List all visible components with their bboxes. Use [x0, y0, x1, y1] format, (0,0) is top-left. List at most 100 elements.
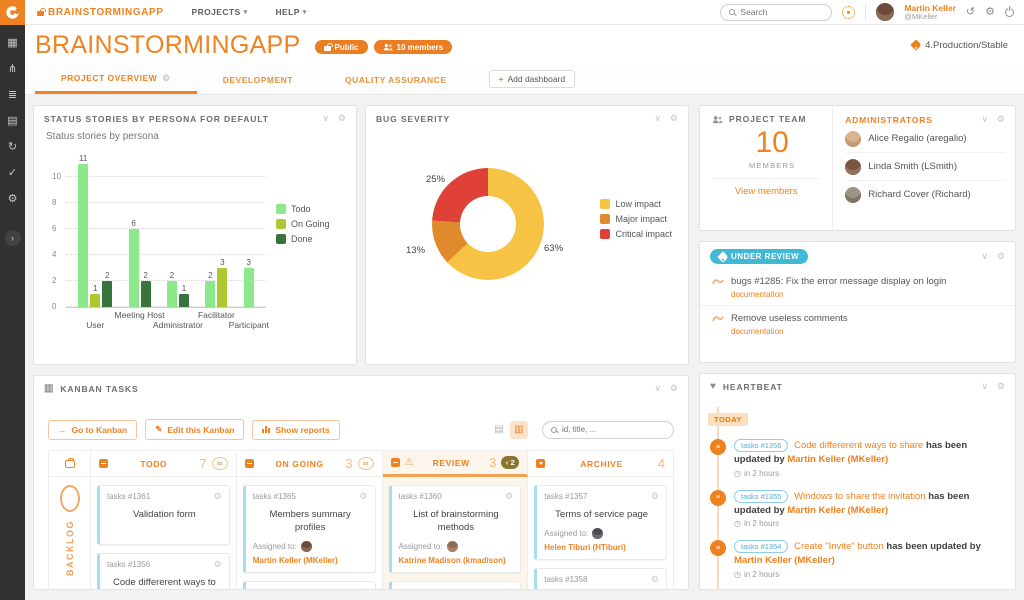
- page-title: BRAINSTORMINGAPP: [35, 31, 301, 60]
- tab-quality-assurance[interactable]: QUALITY ASSURANCE: [319, 65, 473, 94]
- card-gear-icon[interactable]: ⚙: [338, 113, 346, 124]
- compact-view-toggle[interactable]: ▤: [490, 421, 508, 439]
- kanban-task-card[interactable]: tasks #1366 ⚙ Discussions Options: [243, 581, 376, 589]
- user-avatar[interactable]: [876, 3, 894, 21]
- assignee-name[interactable]: Martin Keller (MKeller): [253, 556, 338, 565]
- card-gear-icon[interactable]: ⚙: [670, 383, 678, 394]
- release-tag[interactable]: 4.Production/Stable: [912, 40, 1008, 51]
- tracker-fork-icon[interactable]: ⋔: [8, 64, 17, 75]
- logout-power-icon[interactable]: [1005, 8, 1014, 17]
- collapse-column-icon[interactable]: [391, 458, 400, 467]
- public-badge[interactable]: Public: [315, 40, 368, 54]
- projects-menu[interactable]: PROJECTS ▾: [192, 7, 248, 17]
- collapse-column-icon[interactable]: [245, 459, 254, 468]
- members-badge[interactable]: 10 members: [374, 40, 453, 54]
- sync-refresh-icon[interactable]: ↻: [8, 142, 17, 153]
- column-name: ON GOING: [259, 459, 341, 469]
- kanban-task-card[interactable]: tasks #1360 ⚙ List of brainstorming meth…: [389, 485, 522, 573]
- widgets-icon[interactable]: [842, 6, 855, 19]
- wip-limit-badge[interactable]: ∞: [358, 457, 374, 470]
- task-ref-badge[interactable]: tasks #1354: [734, 540, 788, 553]
- documents-folder-icon[interactable]: ▤: [7, 116, 17, 127]
- user-menu[interactable]: Martin Keller @MKeller: [904, 4, 956, 21]
- search-input[interactable]: [740, 7, 820, 17]
- card-gear-icon[interactable]: ⚙: [214, 491, 222, 502]
- kanban-task-card[interactable]: tasks #1362 ⚙: [389, 581, 522, 589]
- kanban-filter-input[interactable]: [562, 425, 657, 434]
- card-gear-icon[interactable]: ⚙: [997, 251, 1005, 262]
- admin-row[interactable]: Alice Regalio (aregalio): [845, 125, 1005, 153]
- entry-user-link[interactable]: Martin Keller (MKeller): [787, 454, 888, 465]
- card-gear-icon[interactable]: ⚙: [505, 491, 513, 502]
- tab-development[interactable]: DEVELOPMENT: [197, 65, 319, 94]
- tab-project-overview[interactable]: PROJECT OVERVIEW ⚙: [35, 65, 197, 94]
- entry-title-link[interactable]: Windows to share the invitation: [794, 491, 925, 502]
- card-gear-icon[interactable]: ⚙: [997, 381, 1005, 392]
- edit-kanban-button[interactable]: ✎ Edit this Kanban: [145, 419, 244, 440]
- settings-gear-icon[interactable]: ⚙: [985, 7, 995, 18]
- caret-down-icon: ▾: [303, 8, 307, 16]
- view-members-link[interactable]: View members: [712, 178, 820, 197]
- assignee-name[interactable]: Helen Tiburi (HTiburi): [544, 543, 625, 552]
- card-gear-icon[interactable]: ⚙: [359, 587, 367, 589]
- review-item-tag[interactable]: documentation: [731, 327, 1003, 336]
- card-gear-icon[interactable]: ⚙: [997, 114, 1005, 125]
- card-gear-icon[interactable]: ⚙: [670, 113, 678, 124]
- collapse-chevron-icon[interactable]: ∨: [654, 383, 661, 394]
- testplan-check-icon[interactable]: ✓: [8, 168, 17, 179]
- review-item[interactable]: bugs #1285: Fix the error message displa…: [700, 269, 1015, 306]
- sidebar-expand-chevron[interactable]: ›: [5, 230, 21, 246]
- kanban-task-card[interactable]: tasks #1356 ⚙ Code differerent ways to: [97, 553, 230, 589]
- review-wave-icon: [712, 314, 724, 323]
- under-review-badge[interactable]: UNDER REVIEW: [710, 249, 808, 264]
- collapse-column-icon[interactable]: [99, 459, 108, 468]
- review-item-tag[interactable]: documentation: [731, 290, 1003, 299]
- detailed-view-toggle[interactable]: ▥: [510, 421, 528, 439]
- donut-hole: [460, 196, 516, 252]
- card-gear-icon[interactable]: ⚙: [651, 574, 659, 585]
- card-gear-icon[interactable]: ⚙: [359, 491, 367, 502]
- history-icon[interactable]: ↺: [966, 7, 975, 18]
- backlog-column-header[interactable]: [49, 451, 91, 477]
- tuleap-logo[interactable]: [0, 0, 25, 25]
- collapse-chevron-icon[interactable]: ∨: [654, 113, 661, 124]
- collapse-chevron-icon[interactable]: ∨: [981, 251, 988, 262]
- bar-plot: 02468101112User62Meeting Host21Administr…: [66, 158, 266, 308]
- kanban-task-card[interactable]: tasks #1365 ⚙ Members summary profiles A…: [243, 485, 376, 573]
- kanban-task-card[interactable]: tasks #1358 ⚙ New meeting form: [534, 568, 667, 589]
- collapse-chevron-icon[interactable]: ∨: [981, 381, 988, 392]
- task-ref-badge[interactable]: tasks #1356: [734, 439, 788, 452]
- tab-gear-icon[interactable]: ⚙: [162, 73, 171, 84]
- task-id: tasks #1365: [253, 492, 296, 501]
- assignee-name[interactable]: Katrine Madison (kmadison): [399, 556, 506, 565]
- admin-gears-icon[interactable]: ⚙: [8, 194, 18, 205]
- card-gear-icon[interactable]: ⚙: [651, 491, 659, 502]
- help-menu[interactable]: HELP ▾: [276, 7, 307, 17]
- entry-title-link[interactable]: Code differerent ways to share: [794, 440, 923, 451]
- backlog-list-icon[interactable]: ≣: [8, 90, 17, 101]
- dashboard-grid-icon[interactable]: ▦: [7, 38, 17, 49]
- backlog-column[interactable]: BACKLOG: [49, 477, 91, 589]
- collapse-chevron-icon[interactable]: ∨: [322, 113, 329, 124]
- column-header-ongoing: ON GOING 3 ∞: [237, 451, 383, 477]
- card-gear-icon[interactable]: ⚙: [505, 587, 513, 589]
- entry-user-link[interactable]: Martin Keller (MKeller): [787, 505, 888, 516]
- kanban-task-card[interactable]: tasks #1357 ⚙ Terms of service page Assi…: [534, 485, 667, 560]
- wip-limit-badge[interactable]: ‹ 2: [501, 456, 519, 469]
- archive-column-icon[interactable]: [536, 459, 545, 468]
- show-reports-button[interactable]: Show reports: [252, 420, 339, 440]
- wip-limit-badge[interactable]: ∞: [212, 457, 228, 470]
- entry-user-link[interactable]: Martin Keller (MKeller): [734, 555, 835, 566]
- add-dashboard-button[interactable]: + Add dashboard: [489, 70, 576, 88]
- topbar-app-link[interactable]: BRAINSTORMINGAPP: [37, 7, 164, 18]
- entry-title-link[interactable]: Create "Invite" button: [794, 541, 884, 552]
- admin-row[interactable]: Linda Smith (LSmith): [845, 153, 1005, 181]
- collapse-chevron-icon[interactable]: ∨: [981, 114, 988, 125]
- go-to-kanban-button[interactable]: → Go to Kanban: [48, 420, 137, 440]
- kanban-task-card[interactable]: tasks #1361 ⚙ Validation form: [97, 485, 230, 545]
- card-gear-icon[interactable]: ⚙: [214, 559, 222, 570]
- task-ref-badge[interactable]: tasks #1355: [734, 490, 788, 503]
- admin-row[interactable]: Richard Cover (Richard): [845, 181, 1005, 208]
- main-area: BRAINSTORMINGAPP Public 10 members 4.Pro…: [25, 25, 1024, 600]
- review-item[interactable]: Remove useless comments documentation: [700, 306, 1015, 342]
